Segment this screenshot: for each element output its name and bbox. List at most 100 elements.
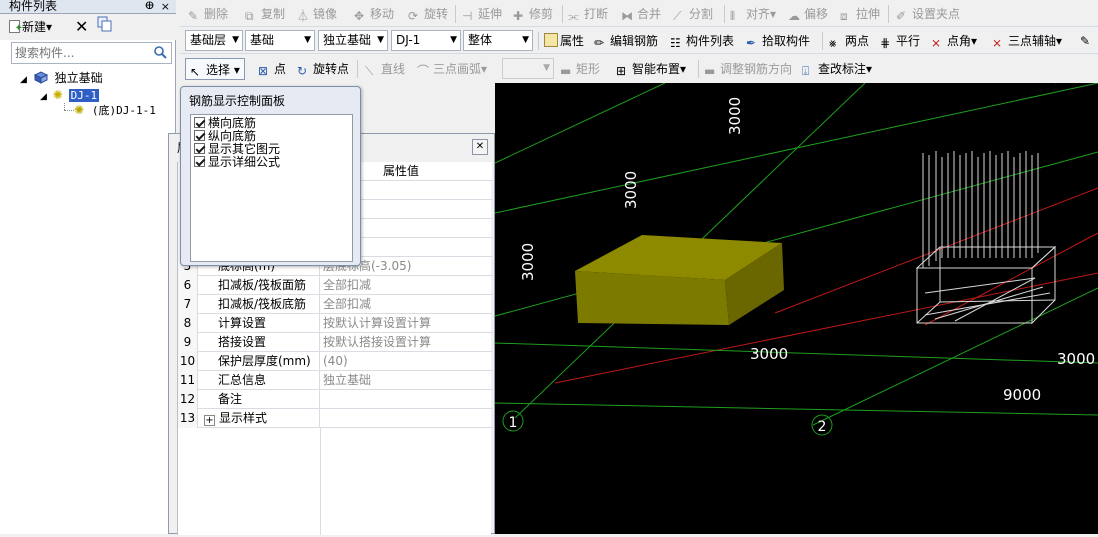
extend-label: 延伸 — [478, 7, 503, 21]
checkbox[interactable] — [194, 117, 205, 128]
delete-icon[interactable]: ✕ — [75, 16, 88, 38]
table-row[interactable]: 12 备注 — [178, 390, 492, 409]
move-button[interactable]: ✥ 移动 — [354, 3, 394, 25]
category-select[interactable]: 基础 ▼ — [245, 30, 315, 51]
dimension-label: 3000 — [519, 243, 537, 281]
pin-icon[interactable]: ⴲ — [145, 0, 154, 13]
adjust-rebar-button[interactable]: ▬ 调整钢筋方向 — [704, 58, 792, 80]
copy-button[interactable]: ⧉ 复制 — [245, 3, 285, 25]
brush-icon[interactable]: ✎ — [1080, 30, 1090, 52]
set-grip-button[interactable]: ✐ 设置夹点 — [896, 3, 960, 25]
stretch-button[interactable]: ⧈ 拉伸 — [840, 3, 880, 25]
rotate-button[interactable]: ⟳ 旋转 — [408, 3, 448, 25]
drawing-canvas[interactable]: 1 2 3000 3000 3000 3000 3000 9000 — [494, 72, 1098, 534]
table-row[interactable]: 10 保护层厚度(mm) (40) — [178, 352, 492, 371]
element-select[interactable]: DJ-1 ▼ — [391, 30, 461, 51]
element-list-button[interactable]: ☷ 构件列表 — [670, 30, 734, 52]
tree-root[interactable]: ◢ 独立基础 — [20, 70, 103, 86]
row-value[interactable]: (40) — [321, 352, 492, 371]
scope-select[interactable]: 整体 ▼ — [463, 30, 533, 51]
row-value[interactable] — [321, 390, 492, 409]
table-row[interactable]: 7 扣减板/筏板底筋 全部扣减 — [178, 295, 492, 314]
arc-option-select[interactable]: ▼ — [502, 58, 554, 79]
rotate-point-button[interactable]: ↻ 旋转点 — [297, 58, 349, 80]
trim-button[interactable]: ✚ 修剪 — [513, 3, 553, 25]
row-value[interactable] — [321, 409, 492, 428]
checkbox-item[interactable]: 显示详细公式 — [194, 156, 280, 169]
point-angle-button[interactable]: ⨯ 点角▾ — [931, 30, 977, 52]
copy-icon[interactable] — [97, 16, 113, 38]
merge-icon: ⧓ — [621, 9, 633, 23]
type-select[interactable]: 独立基础 ▼ — [318, 30, 388, 51]
search-icon[interactable] — [153, 45, 167, 59]
arc-icon: ⌒ — [417, 64, 430, 78]
select-button[interactable]: ↖ 选择 ▾ — [185, 58, 245, 80]
table-row[interactable]: 8 计算设置 按默认计算设置计算 — [178, 314, 492, 333]
dropdown-arrow-icon: ▼ — [522, 35, 529, 45]
offset-button[interactable]: ☁ 偏移 — [788, 3, 828, 25]
break-button[interactable]: ⫘ 打断 — [568, 3, 608, 25]
expand-arrow-icon[interactable]: ◢ — [40, 92, 47, 102]
checkbox[interactable] — [194, 130, 205, 141]
tree-item-dj1-1[interactable]: ✺ (底)DJ-1-1 — [74, 102, 156, 118]
smart-place-label: 智能布置 — [632, 62, 681, 76]
grid-line — [494, 402, 1098, 416]
mirror-button[interactable]: ⏃ 镜像 — [297, 3, 337, 25]
rebar-cage[interactable] — [915, 151, 1057, 325]
expand-plus-icon[interactable]: + — [204, 415, 215, 426]
break-label: 打断 — [584, 7, 609, 21]
checkbox-label: 纵向底筋 — [208, 129, 257, 143]
three-point-axis-button[interactable]: ⨯ 三点辅轴▾ — [992, 30, 1062, 52]
tree-item-dj1[interactable]: ◢ ✺ DJ-1 — [40, 87, 100, 103]
search-input[interactable] — [12, 43, 150, 63]
dropdown-arrow-icon: ▼ — [543, 63, 550, 73]
checkbox[interactable] — [194, 156, 205, 167]
close-icon[interactable]: × — [161, 0, 170, 13]
row-num: 7 — [178, 295, 198, 314]
line-label: 直线 — [381, 62, 406, 76]
row-value[interactable]: 按默认计算设置计算 — [321, 314, 492, 333]
merge-button[interactable]: ⧓ 合并 — [621, 3, 661, 25]
floor-select[interactable]: 基础层 ▼ — [185, 30, 243, 51]
line-button[interactable]: ⟍ 直线 — [365, 58, 405, 80]
row-value[interactable]: 独立基础 — [321, 371, 492, 390]
checkbox[interactable] — [194, 143, 205, 154]
foundation-block[interactable] — [575, 235, 784, 325]
dropdown-arrow-icon: ▼ — [232, 35, 239, 45]
property-button[interactable]: 属性 — [544, 30, 584, 52]
edit-label-button[interactable]: ⍗ 查改标注▾ — [802, 58, 872, 80]
search-field[interactable] — [11, 42, 172, 64]
row-num: 9 — [178, 333, 198, 352]
component-list-panel: 构件列表 ⴲ × ✦ 新建▾ ✕ ◢ 独立基础 ◢ ✺ DJ-1 ✺ (底)DJ… — [0, 0, 176, 534]
row-name: 扣减板/筏板面筋 — [200, 276, 320, 295]
edit-rebar-button[interactable]: ✏ 编辑钢筋 — [594, 30, 658, 52]
rect-button[interactable]: ▬ 矩形 — [560, 58, 600, 80]
close-button[interactable]: ✕ — [472, 139, 488, 155]
row-value[interactable]: 全部扣减 — [321, 295, 492, 314]
point-button[interactable]: ⊠ 点 — [258, 58, 286, 80]
pick-element-button[interactable]: ✒ 拾取构件 — [746, 30, 810, 52]
tree-line — [64, 110, 74, 111]
two-points-button[interactable]: ⨳ 两点 — [829, 30, 869, 52]
merge-label: 合并 — [637, 7, 662, 21]
table-row[interactable]: 13 + 显示样式 — [178, 409, 492, 428]
smart-place-button[interactable]: ⊞ 智能布置▾ — [616, 58, 686, 80]
table-row[interactable]: 6 扣减板/筏板面筋 全部扣减 — [178, 276, 492, 295]
row-value[interactable]: 全部扣减 — [321, 276, 492, 295]
three-point-arc-button[interactable]: ⌒ 三点画弧▾ — [417, 58, 487, 80]
parallel-button[interactable]: ⋕ 平行 — [880, 30, 920, 52]
split-button[interactable]: ⟋ 分割 — [673, 3, 713, 25]
table-row[interactable]: 9 搭接设置 按默认搭接设置计算 — [178, 333, 492, 352]
expand-arrow-icon[interactable]: ◢ — [20, 75, 27, 85]
new-button[interactable]: ✦ 新建▾ — [9, 16, 52, 38]
point-icon: ⊠ — [258, 64, 269, 78]
separator — [724, 5, 725, 23]
table-row[interactable]: 11 汇总信息 独立基础 — [178, 371, 492, 390]
category-value: 基础 — [250, 33, 275, 47]
align-button[interactable]: ⫴ 对齐▾ — [730, 3, 776, 25]
axis-label: 2 — [818, 419, 827, 435]
row-num: 12 — [178, 390, 198, 409]
row-value[interactable]: 按默认搭接设置计算 — [321, 333, 492, 352]
delete-button[interactable]: ✎ 删除 — [188, 3, 228, 25]
extend-button[interactable]: ⊣ 延伸 — [462, 3, 502, 25]
